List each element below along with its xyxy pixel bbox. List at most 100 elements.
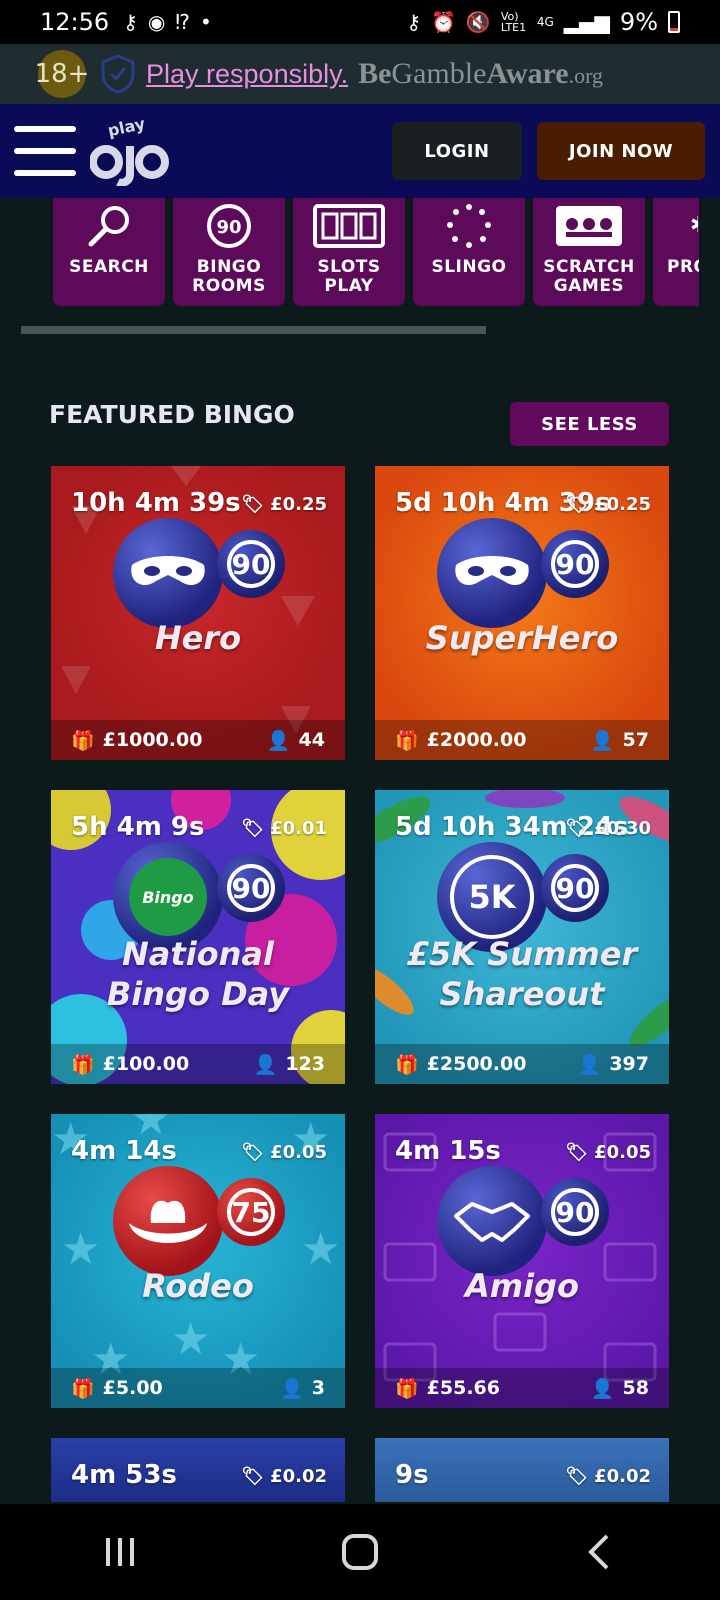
svg-text:✱: ✱ [690,213,698,238]
network-type: 4G [536,15,554,29]
jackpot-value: £2500.00 [426,1053,527,1075]
lte-label: Vo) LTE1 [500,10,527,34]
game-name-line2: Shareout [439,975,605,1013]
jackpot-value: £55.66 [426,1377,500,1399]
ticket-price: £0.30 [594,818,651,839]
see-less-button[interactable]: SEE LESS [510,402,669,446]
key-icon: ⚷ [123,10,138,34]
bingo-90-ball-icon: 90 [217,854,285,922]
user-icon: 👤 [266,729,291,752]
jackpot-value: £100.00 [102,1053,190,1075]
login-button[interactable]: LOGIN [392,122,522,180]
gift-icon: 🎁 [71,1053,95,1076]
game-name: SuperHero [425,619,619,657]
game-name: Amigo [465,1267,579,1305]
recent-apps-icon [106,1538,134,1566]
mask-ball-icon [437,518,547,628]
jackpot-value: £1000.00 [102,729,203,751]
category-nav: SEARCH 90 BINGO ROOMS SLOTS PLAY SLINGO … [53,198,699,306]
back-button[interactable] [570,1522,630,1582]
category-slots-play[interactable]: SLOTS PLAY [293,198,405,306]
game-name: Rodeo [142,1267,254,1305]
user-icon: 👤 [590,729,615,752]
game-card-rodeo[interactable]: ★ ★ ★ ★ ★ ★ ★ ★ 75 Rodeo 4m 14s 🏷 £0.05 🎁 £5.00… [51,1114,345,1408]
slingo-icon [447,204,491,248]
scratch-icon [556,206,622,246]
gift-icon: 🎁 [395,729,419,752]
player-count: 3 [311,1377,325,1399]
play-responsibly-link[interactable]: Play responsibly. [146,59,348,90]
promo-icon: ✱ [690,213,698,238]
svg-text:play: play [106,116,147,140]
gift-icon: 🎁 [71,729,95,752]
player-count: 397 [609,1053,649,1075]
player-count: 57 [622,729,649,751]
begambleaware-logo[interactable]: BeGambleAware.org [358,57,603,91]
game-card-partial[interactable]: 9s 🏷 £0.02 [375,1438,669,1502]
ticket-price: £0.05 [270,1142,327,1163]
home-icon [342,1534,378,1570]
game-timer: 4m 15s [395,1136,501,1166]
game-card-summer-shareout[interactable]: 5K 90 £5K Summer Shareout 5d 10h 34m 24s… [375,790,669,1084]
game-card-amigo[interactable]: 90 Amigo 4m 15s 🏷 £0.05 🎁 £55.66 👤 58 [375,1114,669,1408]
game-card-national-bingo-day[interactable]: Bingo 90 National Bingo Day 5h 4m 9s 🏷 £0… [51,790,345,1084]
join-now-button[interactable]: JOIN NOW [537,122,705,180]
recent-apps-button[interactable] [90,1522,150,1582]
jackpot-value: £2000.00 [426,729,527,751]
playojo-logo[interactable]: play [90,116,170,186]
bingo-90-ball-icon: 90 [541,1178,609,1246]
dot-icon: • [199,10,212,34]
ticket-icon: 🏷 [241,818,265,839]
android-nav-bar [0,1504,720,1600]
category-scratch-games[interactable]: SCRATCH GAMES [533,198,645,306]
category-label: PRO [667,257,699,277]
player-count: 58 [622,1377,649,1399]
game-name-line2: Bingo Day [106,975,290,1013]
svg-text:★: ★ [171,1314,210,1365]
back-icon [588,1534,609,1570]
ticket-icon: 🏷 [565,1466,589,1487]
hamburger-menu-button[interactable] [14,126,76,176]
game-timer: 9s [395,1460,429,1490]
status-time: 12:56 [40,8,110,36]
mute-icon: 🔇 [465,10,491,34]
gift-icon: 🎁 [71,1377,95,1400]
bingo-90-ball-icon: 90 [541,530,609,598]
category-label: SLINGO [431,257,507,277]
category-search[interactable]: SEARCH [53,198,165,306]
age-restriction-badge: 18+ [35,50,89,98]
gift-icon: 🎁 [395,1377,419,1400]
battery-percent: 9% [619,8,658,36]
game-timer: 4m 53s [71,1460,177,1490]
site-header: play LOGIN JOIN NOW [0,104,720,198]
user-icon: 👤 [590,1377,615,1400]
home-button[interactable] [330,1522,390,1582]
ticket-price: £0.05 [594,1142,651,1163]
category-scrollbar[interactable] [21,326,486,334]
player-count: 123 [285,1053,325,1075]
category-slingo[interactable]: SLINGO [413,198,525,306]
bingo-75-ball-icon: 75 [217,1178,285,1246]
alarm-icon: ⏰ [431,10,456,34]
ticket-price: £0.02 [270,1466,327,1487]
handshake-ball-icon [437,1166,547,1276]
game-card-hero[interactable]: 90 Hero 10h 4m 39s 🏷 £0.25 🎁 £1000.00 👤 44 [51,466,345,760]
ticket-icon: 🏷 [565,818,589,839]
ticket-price: £0.25 [594,494,651,515]
status-bar: 12:56 ⚷ ◉ ⁉ • ⚷ ⏰ 🔇 Vo) LTE1 4G ▂▄▆ 9% [0,0,720,44]
ticket-icon: 🏷 [565,494,589,515]
cowboy-hat-ball-icon [113,1166,223,1276]
ticket-icon: 🏷 [565,1142,589,1163]
vpn-key-icon: ⚷ [406,10,422,34]
gift-icon: 🎁 [395,1053,419,1076]
responsible-gambling-bar: 18+ Play responsibly. BeGambleAware.org [0,44,720,104]
slots-icon [313,204,385,248]
game-card-superhero[interactable]: 90 SuperHero 5d 10h 4m 39s 🏷 £0.25 🎁 £2000… [375,466,669,760]
chrome-icon: ◉ [147,10,166,34]
game-card-partial[interactable]: 4m 53s 🏷 £0.02 [51,1438,345,1502]
jackpot-value: £5.00 [102,1377,163,1399]
search-icon [88,206,129,247]
category-bingo-rooms[interactable]: 90 BINGO ROOMS [173,198,285,306]
category-promotions[interactable]: ✱ PRO [653,198,699,306]
ticket-icon: 🏷 [241,494,265,515]
